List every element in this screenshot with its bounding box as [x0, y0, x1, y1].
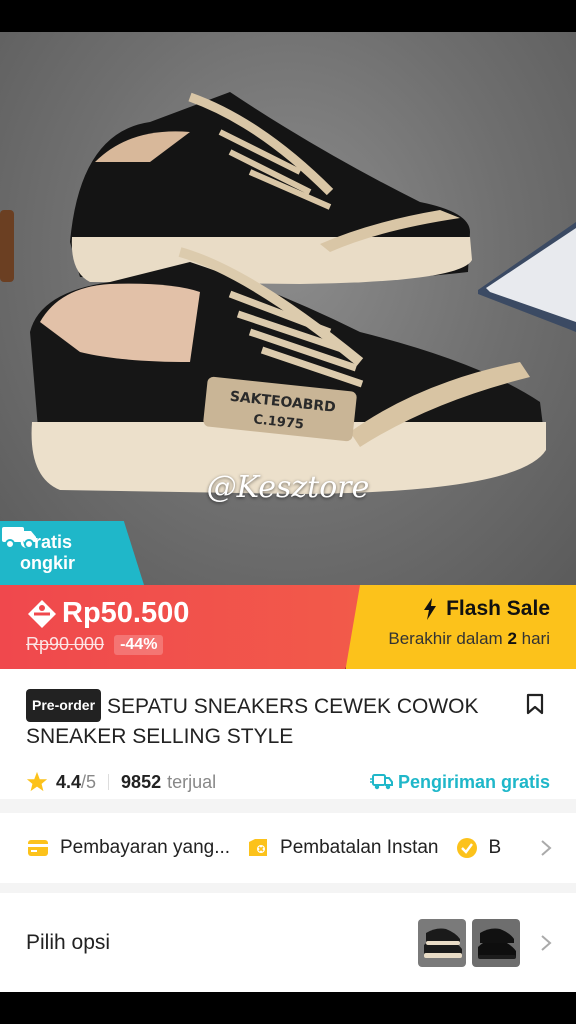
current-price: Rp50.500	[62, 597, 190, 629]
benefit-verified[interactable]: B	[455, 836, 502, 860]
preorder-badge: Pre-order	[26, 689, 102, 722]
navigation-bar	[0, 992, 576, 1024]
sold-label: terjual	[167, 771, 217, 792]
benefit-payment[interactable]: Pembayaran yang...	[26, 836, 230, 860]
price-section: Rp50.500 Rp90.000 -44%	[0, 585, 360, 669]
section-divider	[0, 799, 576, 813]
bookmark-icon[interactable]	[526, 693, 544, 715]
flash-sale-title: Flash Sale	[446, 597, 550, 620]
product-info: Pre-order SEPATU SNEAKERS CEWEK COWOK SNE…	[0, 669, 576, 799]
truck-icon	[2, 527, 36, 549]
price-tag-icon	[28, 599, 56, 628]
chevron-right-icon[interactable]	[540, 839, 552, 857]
badge-line2: ongkir	[20, 553, 76, 573]
rating-max: /5	[81, 771, 97, 792]
status-bar	[0, 0, 576, 32]
product-title: Pre-order SEPATU SNEAKERS CEWEK COWOK SNE…	[26, 689, 506, 751]
discount-badge: -44%	[114, 634, 164, 655]
free-shipping-text: Pengiriman gratis	[397, 771, 550, 792]
benefit-payment-label: Pembayaran yang...	[60, 837, 231, 858]
star-icon	[26, 771, 48, 792]
flash-sale-countdown: Berakhir dalam 2 hari	[346, 629, 550, 649]
flash-sale-section: Flash Sale Berakhir dalam 2 hari	[346, 585, 576, 669]
countdown-value: 2	[507, 629, 517, 648]
watermark: @Kesztore	[206, 470, 370, 505]
verified-icon	[456, 838, 477, 858]
chevron-right-icon[interactable]	[540, 934, 552, 952]
benefit-cancellation-label: Pembatalan Instan	[280, 837, 439, 858]
product-image[interactable]: SAKTEOABRD C.1975 @Kesztore Gratis ongki…	[0, 32, 576, 585]
rating-value: 4.4	[56, 771, 82, 792]
countdown-suffix: hari	[521, 629, 550, 648]
sold-count: 9852	[121, 771, 162, 792]
variant-thumb-beige[interactable]	[418, 918, 466, 967]
card-icon	[28, 840, 48, 856]
price-banner: Rp50.500 Rp90.000 -44% Flash Sale Berakh…	[0, 585, 576, 669]
original-price: Rp90.000	[26, 634, 105, 654]
variant-thumb-black[interactable]	[472, 918, 520, 967]
options-label: Pilih opsi	[26, 930, 111, 954]
lightning-icon	[424, 598, 437, 620]
divider	[108, 774, 110, 790]
countdown-prefix: Berakhir dalam	[388, 629, 503, 648]
section-divider	[0, 883, 576, 893]
benefit-verified-label: B	[488, 837, 502, 858]
benefits-row[interactable]: Pembayaran yang... Pembatalan Instan B	[0, 813, 576, 883]
benefit-cancellation[interactable]: Pembatalan Instan	[246, 836, 439, 860]
free-shipping-link[interactable]: Pengiriman gratis	[369, 771, 550, 793]
cancel-box-icon	[249, 839, 268, 856]
delivery-truck-icon	[369, 774, 393, 790]
free-shipping-badge: Gratis ongkir	[0, 521, 144, 585]
variant-selector[interactable]: Pilih opsi	[0, 893, 576, 992]
